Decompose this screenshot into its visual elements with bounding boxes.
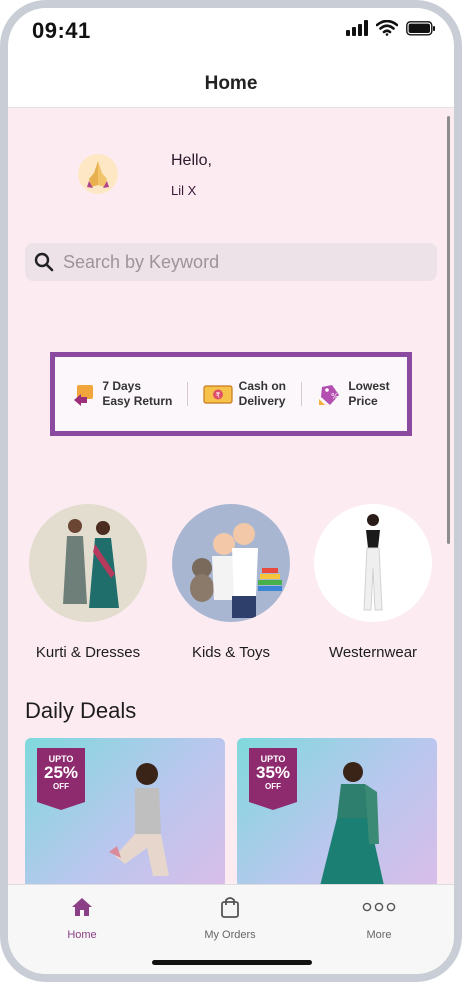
home-indicator[interactable] [152,960,312,965]
category-image-westernwear [314,504,432,622]
deal-card[interactable]: UPTO 25% OFF [25,738,225,884]
category-westernwear[interactable]: Westernwear [313,504,433,661]
device-frame: 09:41 Home Hello, Lil X Search by Keywor… [0,0,462,982]
daily-deals-title: Daily Deals [25,698,137,723]
discount-badge: UPTO 35% OFF [249,748,297,810]
battery-icon [406,20,435,36]
promo-easy-return-line1: 7 Days [102,379,142,393]
category-label: Kurti & Dresses [35,644,141,661]
promo-cash-on-delivery: ₹ Cash on Delivery [203,379,286,409]
box-return-icon [74,385,94,406]
tab-home[interactable]: Home [22,895,142,941]
status-time: 09:41 [32,18,91,43]
status-bar: 09:41 [8,8,454,58]
tab-more[interactable]: More [319,895,439,941]
badge-value: 35% [255,763,291,782]
status-icons [346,20,436,36]
promo-cod-line2: Delivery [238,394,286,408]
svg-text:%: % [331,392,339,401]
tab-my-orders[interactable]: My Orders [170,895,290,941]
badge-upto: UPTO [260,754,286,764]
deal-card[interactable]: UPTO 35% OFF [237,738,437,884]
search-icon [34,252,54,272]
tab-label-more: More [366,929,392,941]
category-image-kids-toys [172,504,290,622]
promo-easy-return: 7 Days Easy Return [72,379,172,409]
svg-text:₹: ₹ [215,392,220,400]
discount-badge: UPTO 25% OFF [37,748,85,810]
category-label: Kids & Toys [191,644,271,661]
category-label: Westernwear [328,644,418,661]
promo-cod-line1: Cash on [238,379,287,393]
category-kids-toys[interactable]: Kids & Toys [171,504,291,661]
deal-product-image [109,763,169,876]
greeting-hello: Hello, [171,152,212,169]
folded-hands-icon [78,154,118,194]
home-content[interactable]: Hello, Lil X Search by Keyword 7 Days Ea… [8,108,454,884]
badge-value: 25% [43,763,79,782]
badge-off: OFF [265,782,281,791]
tab-label-my-orders: My Orders [204,929,256,941]
badge-upto: UPTO [48,754,74,764]
search-placeholder: Search by Keyword [63,251,220,272]
home-icon [22,895,142,919]
more-dots-icon [319,895,439,919]
cellular-signal-icon [346,20,368,36]
scrollbar[interactable] [447,116,450,544]
category-image-kurti-dresses [29,504,147,622]
greeting-user-name: Lil X [171,183,197,198]
navigation-header: Home [8,58,454,108]
screen: 09:41 Home Hello, Lil X Search by Keywor… [8,8,454,974]
promo-lowest-price-line2: Price [348,394,378,408]
badge-off: OFF [53,782,69,791]
search-input[interactable]: Search by Keyword [25,243,437,281]
deal-product-image [320,762,384,884]
tab-label-home: Home [67,929,97,941]
cash-icon: ₹ [203,385,233,404]
promo-lowest-price: % Lowest Price [316,379,390,409]
category-kurti-dresses[interactable]: Kurti & Dresses [28,504,148,661]
promo-divider [187,382,189,406]
page-title: Home [204,73,258,94]
promo-banner[interactable]: 7 Days Easy Return ₹ Cash on Delivery % … [50,352,412,436]
promo-easy-return-line2: Easy Return [102,394,173,408]
shopping-bag-icon [170,895,290,919]
promo-lowest-price-line1: Lowest [348,379,390,393]
promo-divider [300,382,302,406]
price-tag-icon: % [319,385,340,405]
wifi-icon [376,20,398,36]
